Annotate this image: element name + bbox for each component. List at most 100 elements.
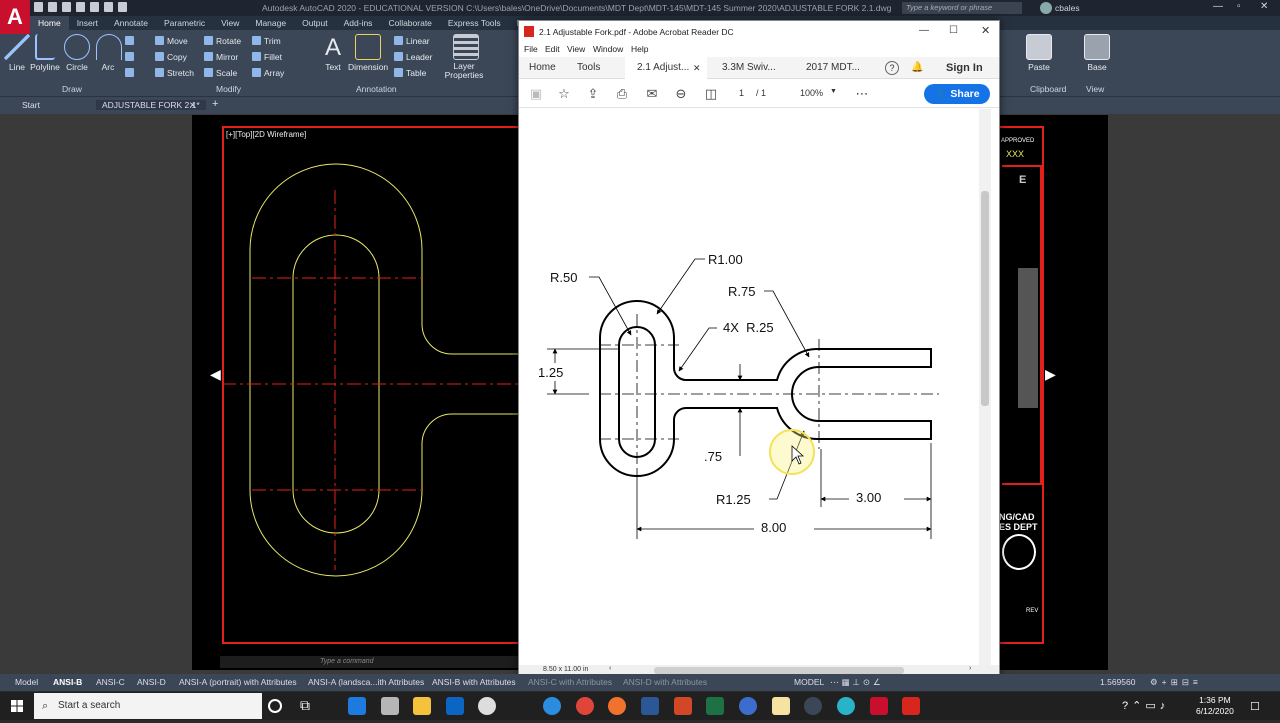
line-tool[interactable]: Line	[4, 34, 30, 72]
rotate-button[interactable]: Rotate	[204, 36, 241, 46]
close-icon[interactable]: ✕	[1260, 1, 1268, 12]
acrobat-maximize-icon[interactable]: ☐	[949, 25, 958, 36]
app-circle-icon[interactable]	[804, 697, 822, 715]
layout-tab-ansi-c-attr[interactable]: ANSI-C with Attributes	[528, 677, 612, 687]
zoom-dropdown-icon[interactable]: ▼	[830, 88, 837, 95]
close-tab-icon[interactable]: ✕	[693, 57, 701, 79]
taskbar-search-input[interactable]: Start a search	[34, 693, 262, 719]
grid-snap-icons[interactable]: ⋯▦⊥⊙∠	[830, 677, 884, 688]
model-space-toggle[interactable]: MODEL	[794, 677, 824, 687]
share-button[interactable]: 👤 Share	[924, 84, 990, 104]
zoom-out-icon[interactable]: ⊖	[674, 87, 688, 101]
copy-button[interactable]: Copy	[155, 52, 187, 62]
tab-adjustable-fork[interactable]: 2.1 Adjust... ✕	[625, 57, 707, 79]
panel-annotation[interactable]: Annotation	[356, 84, 397, 94]
acrobat-minimize-icon[interactable]: —	[919, 25, 929, 36]
polyline-tool[interactable]: Polyline	[30, 34, 60, 72]
notification-icon[interactable]: ☐	[1250, 700, 1260, 713]
email-icon[interactable]: ✉	[645, 87, 659, 101]
app-f-icon[interactable]	[772, 697, 790, 715]
text-tool[interactable]: A Text	[322, 34, 344, 72]
layout-tab-ansi-c[interactable]: ANSI-C	[96, 677, 125, 687]
powerpoint-icon[interactable]	[674, 697, 692, 715]
acrobat-close-icon[interactable]: ✕	[981, 24, 990, 37]
leader-button[interactable]: Leader	[394, 52, 432, 62]
scroll-right-icon[interactable]: ›	[969, 665, 971, 672]
linear-button[interactable]: Linear	[394, 36, 430, 46]
layout-tab-ansi-a-portrait[interactable]: ANSI-A (portrait) with Attributes	[179, 677, 297, 687]
menu-edit[interactable]: Edit	[545, 44, 560, 54]
acrobat-taskbar-icon[interactable]	[902, 697, 920, 715]
move-button[interactable]: Move	[155, 36, 188, 46]
tab-express-tools[interactable]: Express Tools	[440, 16, 509, 30]
file-tab-start[interactable]: Start	[22, 100, 40, 110]
layout-tab-ansi-b-attr[interactable]: ANSI-B with Attributes	[432, 677, 516, 687]
tab-swivel[interactable]: 3.3M Swiv...	[722, 57, 776, 79]
excel-icon[interactable]	[706, 697, 724, 715]
layout-tab-model[interactable]: Model	[15, 677, 38, 687]
menu-window[interactable]: Window	[593, 44, 623, 54]
base-tool[interactable]: Base	[1082, 34, 1112, 72]
mirror-button[interactable]: Mirror	[204, 52, 238, 62]
autocad-taskbar-icon[interactable]	[870, 697, 888, 715]
word-icon[interactable]	[641, 697, 659, 715]
new-tab-icon[interactable]: +	[212, 98, 218, 110]
tab-mdt[interactable]: 2017 MDT...	[806, 57, 860, 79]
open-icon[interactable]	[48, 2, 57, 12]
status-tools-icons[interactable]: ⚙+⊞⊟≡	[1150, 677, 1202, 688]
layout-tab-ansi-d-attr[interactable]: ANSI-D with Attributes	[623, 677, 707, 687]
pdf-document-view[interactable]: R1.00 R.50 R.75 4X R.25 1.25 .75 R1.25 3…	[519, 109, 991, 665]
panel-clipboard[interactable]: Clipboard	[1030, 84, 1066, 94]
redo-icon[interactable]	[118, 2, 127, 12]
help-icon[interactable]: ?	[885, 61, 899, 75]
snapshot-icon[interactable]: ◫	[704, 87, 718, 101]
tab-parametric[interactable]: Parametric	[156, 16, 213, 30]
annotation-scale[interactable]: 1.569560	[1100, 677, 1135, 687]
hatch-icon[interactable]	[125, 52, 137, 62]
application-menu-button[interactable]: A	[0, 0, 30, 34]
bookmark-star-icon[interactable]: ☆	[557, 87, 571, 101]
minimize-icon[interactable]: —	[1213, 1, 1223, 12]
menu-view[interactable]: View	[567, 44, 585, 54]
more-tools-icon[interactable]: ⋯	[855, 87, 869, 101]
tab-home[interactable]: Home	[529, 57, 556, 79]
user-name[interactable]: cbales	[1055, 3, 1080, 13]
sign-in-button[interactable]: Sign In	[946, 57, 983, 79]
paste-tool[interactable]: Paste	[1024, 34, 1054, 72]
tab-home[interactable]: Home	[30, 16, 69, 30]
tab-addins[interactable]: Add-ins	[336, 16, 381, 30]
store-icon[interactable]	[446, 697, 464, 715]
user-avatar[interactable]	[1040, 2, 1052, 14]
app-m-icon[interactable]	[739, 697, 757, 715]
taskbar-clock[interactable]: 1:36 PM 6/12/2020	[1196, 695, 1234, 717]
undo-icon[interactable]	[104, 2, 113, 12]
menu-file[interactable]: File	[524, 44, 538, 54]
tab-manage[interactable]: Manage	[247, 16, 294, 30]
save-icon[interactable]	[62, 2, 71, 12]
region-icon[interactable]	[125, 68, 137, 78]
new-icon[interactable]	[34, 2, 43, 12]
grip-right-icon[interactable]: ▶	[1045, 366, 1056, 383]
tab-collaborate[interactable]: Collaborate	[380, 16, 439, 30]
array-button[interactable]: Array	[252, 68, 284, 78]
print-icon[interactable]: ⎙	[615, 87, 629, 101]
edge-icon[interactable]	[348, 697, 366, 715]
panel-modify[interactable]: Modify	[216, 84, 241, 94]
grip-left-icon[interactable]: ◀	[210, 366, 221, 383]
page-number-input[interactable]: 1	[739, 88, 744, 98]
app-globe-icon[interactable]	[837, 697, 855, 715]
help-search-input[interactable]: Type a keyword or phrase	[902, 2, 1022, 14]
firefox-icon[interactable]	[608, 697, 626, 715]
scroll-left-icon[interactable]: ‹	[609, 665, 611, 672]
file-explorer-icon[interactable]	[413, 697, 431, 715]
arc-tool[interactable]: Arc	[96, 34, 122, 72]
tab-view[interactable]: View	[213, 16, 247, 30]
edge-new-icon[interactable]	[543, 697, 561, 715]
save-icon[interactable]: ▣	[529, 87, 543, 101]
task-view-icon[interactable]: ⧉	[300, 697, 318, 715]
menu-help[interactable]: Help	[631, 44, 648, 54]
cortana-icon[interactable]	[268, 699, 282, 713]
system-tray-icons[interactable]: ?⌃▭♪	[1122, 699, 1169, 712]
tab-insert[interactable]: Insert	[69, 16, 106, 30]
zoom-select[interactable]: 100%	[800, 88, 823, 98]
